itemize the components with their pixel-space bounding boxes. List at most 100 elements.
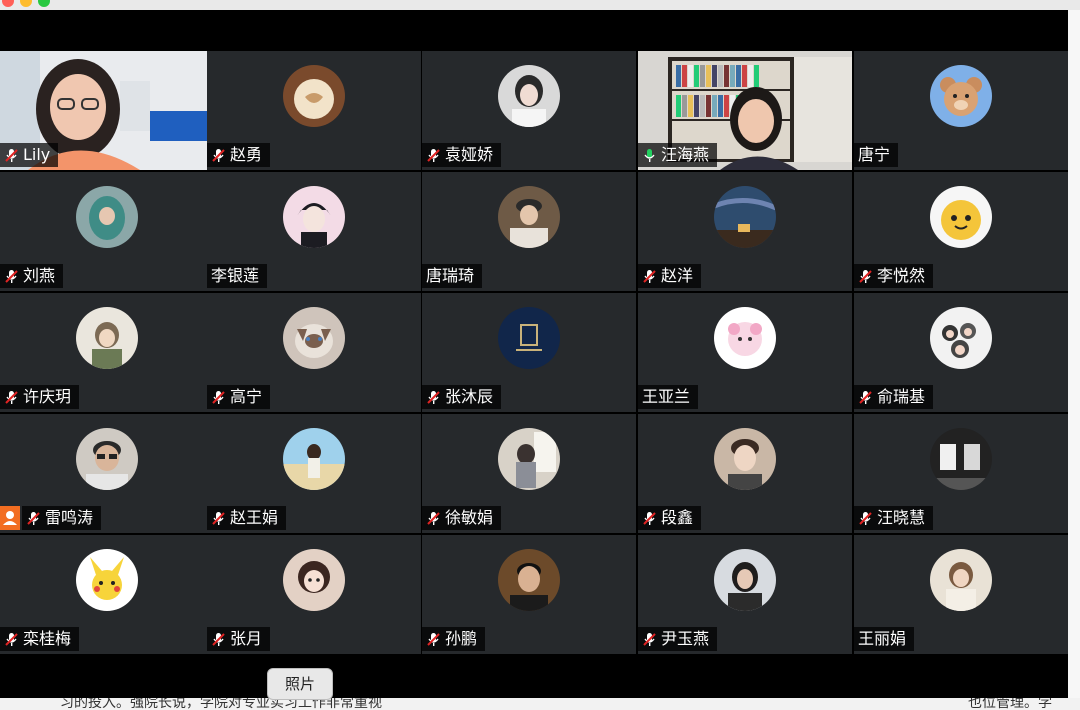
participant-nametag: 刘燕 [0, 264, 64, 288]
meeting-window: Lily 赵勇 袁娅娇 汪海燕 唐宁刘燕 李银莲 唐瑞琦 赵洋 李悦然许庆玥 高宁 张沐辰 王亚兰 俞瑞… [0, 10, 1068, 698]
participant-nametag: 徐敏娟 [422, 506, 502, 530]
mic-muted-icon [642, 632, 657, 647]
participant-nametag: 段鑫 [638, 506, 702, 530]
mic-muted-icon [858, 511, 873, 526]
participant-name: 李悦然 [877, 266, 926, 285]
participant-avatar [76, 306, 138, 369]
mic-muted-icon [426, 632, 441, 647]
participant-avatar [76, 548, 138, 611]
participant-tile[interactable]: 高宁 [207, 293, 421, 412]
mic-active-icon [642, 148, 657, 163]
mic-muted-icon [858, 269, 873, 284]
participant-nametag: 李银莲 [207, 264, 268, 288]
participant-name: 张月 [230, 629, 263, 648]
participant-nametag: 俞瑞基 [854, 385, 934, 409]
participant-avatar [283, 427, 345, 490]
mic-muted-icon [642, 269, 657, 284]
participant-tile[interactable]: 汪晓慧 [854, 414, 1068, 533]
participant-tile[interactable]: 袁娅娇 [422, 51, 636, 170]
participant-tile[interactable]: 王丽娟 [854, 535, 1068, 654]
participant-nametag: 赵勇 [207, 143, 271, 167]
participant-nametag: 赵洋 [638, 264, 702, 288]
participant-name: 高宁 [230, 387, 263, 406]
participant-nametag: 尹玉燕 [638, 627, 718, 651]
participant-tile[interactable]: 俞瑞基 [854, 293, 1068, 412]
participant-tile[interactable]: 李银莲 [207, 172, 421, 291]
participant-avatar [283, 185, 345, 248]
photo-tooltip: 照片 [267, 668, 333, 700]
participant-tile[interactable]: 唐宁 [854, 51, 1068, 170]
mic-muted-icon [211, 390, 226, 405]
participant-tile[interactable]: 赵勇 [207, 51, 421, 170]
participant-nametag: 唐宁 [854, 143, 899, 167]
participant-tile[interactable]: 徐敏娟 [422, 414, 636, 533]
participant-avatar [930, 64, 992, 127]
mic-muted-icon [4, 390, 19, 405]
participant-avatar [930, 185, 992, 248]
participant-avatar [714, 185, 776, 248]
participant-name: 雷鸣涛 [45, 508, 94, 527]
participant-nametag: 张沐辰 [422, 385, 502, 409]
participant-nametag: 王丽娟 [854, 627, 915, 651]
participant-name: 尹玉燕 [661, 629, 710, 648]
participant-avatar [283, 306, 345, 369]
maximize-window-icon[interactable] [38, 0, 50, 7]
participant-name: 袁娅娇 [445, 145, 494, 164]
close-window-icon[interactable] [2, 0, 14, 7]
participant-name: 徐敏娟 [445, 508, 494, 527]
participant-avatar [76, 427, 138, 490]
participant-avatar [714, 427, 776, 490]
participant-name: 孙鹏 [445, 629, 478, 648]
participant-name: 唐瑞琦 [426, 266, 475, 285]
participant-tile[interactable]: 许庆玥 [0, 293, 214, 412]
participant-nametag: 赵王娟 [207, 506, 287, 530]
participant-tile[interactable]: 张沐辰 [422, 293, 636, 412]
participant-avatar [498, 306, 560, 369]
participant-nametag: 汪海燕 [638, 143, 718, 167]
participant-avatar [714, 548, 776, 611]
participant-avatar [283, 548, 345, 611]
participant-nametag: 李悦然 [854, 264, 934, 288]
minimize-window-icon[interactable] [20, 0, 32, 7]
window-edge [1068, 10, 1080, 698]
mic-muted-icon [26, 511, 41, 526]
participant-tile[interactable]: 赵洋 [638, 172, 852, 291]
participant-name: 王丽娟 [858, 629, 907, 648]
mic-muted-icon [4, 148, 19, 163]
participant-tile[interactable]: 栾桂梅 [0, 535, 214, 654]
participant-tile[interactable]: 孙鹏 [422, 535, 636, 654]
participant-tile[interactable]: 王亚兰 [638, 293, 852, 412]
participant-tile[interactable]: 雷鸣涛 [0, 414, 214, 533]
participant-tile[interactable]: 段鑫 [638, 414, 852, 533]
participant-tile[interactable]: 汪海燕 [638, 51, 852, 170]
participant-tile[interactable]: 刘燕 [0, 172, 214, 291]
mic-muted-icon [426, 511, 441, 526]
background-text-left: 习的投入。强院长说，学院对专业实习工作非常重视 [60, 698, 382, 710]
mic-muted-icon [858, 390, 873, 405]
participant-avatar [498, 185, 560, 248]
participant-tile[interactable]: 唐瑞琦 [422, 172, 636, 291]
participant-name: 赵勇 [230, 145, 263, 164]
participant-avatar [930, 427, 992, 490]
participant-nametag: 许庆玥 [0, 385, 80, 409]
mic-muted-icon [4, 632, 19, 647]
participant-nametag: 汪晓慧 [854, 506, 934, 530]
participant-avatar [498, 64, 560, 127]
participant-tile[interactable]: 李悦然 [854, 172, 1068, 291]
participant-name: 唐宁 [858, 145, 891, 164]
mic-muted-icon [4, 269, 19, 284]
participant-tile[interactable]: Lily [0, 51, 214, 170]
mic-muted-icon [642, 511, 657, 526]
participant-tile[interactable]: 赵王娟 [207, 414, 421, 533]
participant-nametag: 高宁 [207, 385, 271, 409]
participant-avatar [76, 185, 138, 248]
participant-tile[interactable]: 张月 [207, 535, 421, 654]
participant-nametag: 雷鸣涛 [22, 506, 102, 530]
participant-nametag: 栾桂梅 [0, 627, 80, 651]
background-document: 习的投入。强院长说，学院对专业实习工作非常重视 也位管理。学 [0, 698, 1080, 710]
participant-tile[interactable]: 尹玉燕 [638, 535, 852, 654]
participant-name: 赵王娟 [230, 508, 279, 527]
participant-avatar [498, 548, 560, 611]
window-titlebar [0, 0, 1080, 10]
participant-nametag: 袁娅娇 [422, 143, 502, 167]
